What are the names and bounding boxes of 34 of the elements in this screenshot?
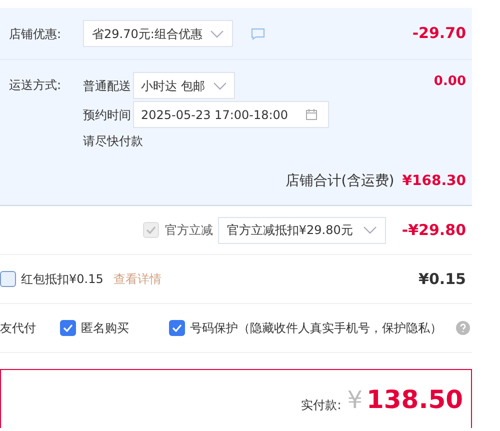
checkbox-label: 匿名购买 (81, 320, 129, 337)
total-amount: ¥168.30 (402, 172, 466, 191)
date-field[interactable]: 2025-05-23 17:00-18:00 (133, 101, 329, 128)
field-label: 普通配送 (83, 78, 131, 94)
checkbox[interactable] (169, 320, 185, 336)
amount: -¥29.80 (402, 220, 466, 241)
checkbox-label: 号码保护（隐藏收件人真实手机号，保护隐私） (190, 320, 442, 337)
checkmark-icon (146, 226, 156, 234)
discount-select[interactable]: 省29.70元:组合优惠 (83, 20, 234, 47)
field-label: 运送方式: (9, 77, 62, 94)
comment-icon[interactable] (251, 28, 266, 40)
checkbox[interactable] (60, 320, 76, 336)
currency-symbol: ¥ (347, 385, 363, 416)
shipping-select[interactable]: 小时达 包邮 (133, 72, 235, 99)
chevron-down-icon (212, 82, 227, 90)
chevron-down-icon (362, 226, 377, 234)
option-label: 友代付 (0, 320, 37, 337)
checkbox-label: 官方立减 (164, 222, 213, 239)
total-label: 店铺合计(含运费) (285, 172, 394, 191)
field-label: 预约时间 (83, 106, 131, 124)
amount: 0.00 (434, 73, 466, 91)
payment-note: 请尽快付款 (83, 133, 144, 150)
checkbox-label: 红包抵扣¥0.15 (21, 271, 104, 288)
checkmark-icon (63, 324, 73, 332)
field-label: 店铺优惠: (9, 26, 62, 42)
calendar-icon (306, 109, 318, 120)
payment-label: 实付款: (301, 397, 342, 414)
chevron-down-icon (210, 30, 224, 38)
checkmark-icon (172, 324, 182, 332)
payment-amount: 138.50 (366, 384, 463, 416)
amount: -29.70 (412, 23, 466, 44)
checkbox[interactable] (0, 271, 16, 287)
amount: ¥0.15 (418, 268, 466, 290)
help-icon[interactable] (456, 321, 470, 335)
